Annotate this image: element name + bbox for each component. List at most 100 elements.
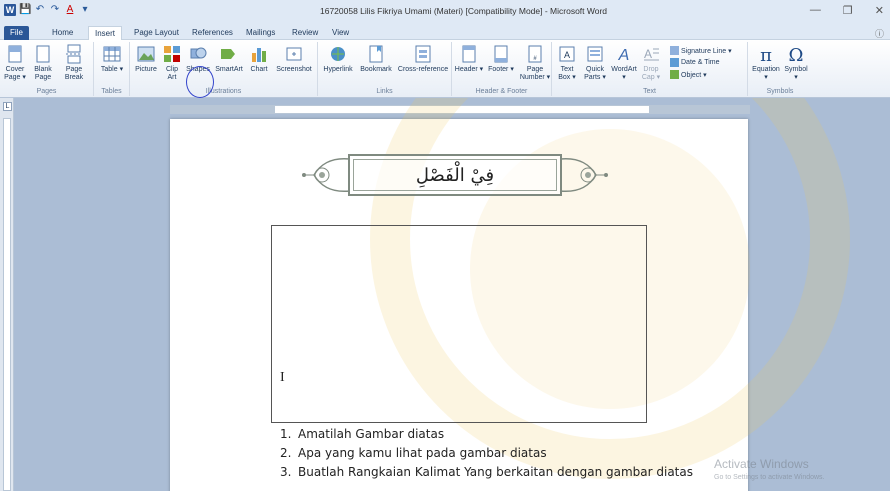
instruction-list: 1. Amatilah Gambar diatas 2. Apa yang kamu… — [280, 425, 693, 482]
header-button[interactable]: Header ▾ — [454, 44, 484, 74]
group-links: Hyperlink Bookmark Cross-reference Links — [318, 42, 452, 96]
vertical-ruler[interactable] — [3, 118, 11, 491]
pi-icon: π — [760, 45, 772, 64]
annotation-circle — [186, 66, 214, 98]
shapes-icon — [190, 47, 207, 59]
heading-arabic: فِيْ الْفَصْلِ — [415, 164, 495, 186]
list-item: 3. Buatlah Rangkaian Kalimat Yang berkait… — [280, 465, 693, 479]
list-item: 2. Apa yang kamu lihat pada gambar diatas — [280, 446, 547, 460]
group-pages: Cover Page ▾ Blank Page Page Break Pages — [0, 42, 94, 96]
drop-cap-button[interactable]: A Drop Cap ▾ — [640, 44, 662, 82]
quick-parts-button[interactable]: Quick Parts ▾ — [582, 44, 608, 82]
tab-references[interactable]: References — [186, 26, 239, 40]
tab-review[interactable]: Review — [286, 26, 324, 40]
text-box-button[interactable]: A Text Box ▾ — [554, 44, 580, 82]
page-number-icon: # — [528, 45, 542, 63]
chart-button[interactable]: Chart — [248, 44, 270, 74]
undo-icon[interactable]: ↶ — [34, 4, 46, 16]
close-icon[interactable]: ✕ — [875, 4, 884, 17]
hyperlink-button[interactable]: Hyperlink — [320, 44, 356, 74]
activate-windows-watermark: Activate Windows — [714, 457, 809, 471]
window-title: 16720058 Lilis Fikriya Umami (Materi) [C… — [320, 6, 608, 16]
customize-qat-icon[interactable]: ▾ — [79, 4, 91, 16]
picture-button[interactable]: Picture — [132, 44, 160, 74]
tab-view[interactable]: View — [326, 26, 355, 40]
footer-button[interactable]: Footer ▾ — [486, 44, 516, 74]
object-button[interactable]: Object ▾ — [670, 70, 707, 79]
smartart-button[interactable]: SmartArt — [214, 44, 244, 74]
tab-home[interactable]: Home — [46, 26, 79, 40]
date-time-button[interactable]: Date & Time — [670, 58, 720, 67]
picture-icon — [137, 46, 155, 62]
date-time-icon — [670, 58, 679, 67]
blank-page-button[interactable]: Blank Page — [30, 44, 56, 82]
ribbon: Cover Page ▾ Blank Page Page Break Pages… — [0, 40, 890, 98]
symbol-button[interactable]: Ω Symbol ▾ — [782, 44, 810, 82]
ornament-right-icon — [559, 157, 608, 193]
cross-reference-button[interactable]: Cross-reference — [396, 44, 450, 74]
minimize-icon[interactable]: — — [810, 4, 821, 17]
ornament-left-icon — [302, 157, 351, 193]
wordart-button[interactable]: A WordArt ▾ — [610, 44, 638, 82]
svg-text:A: A — [618, 47, 630, 64]
equation-button[interactable]: π Equation ▾ — [750, 44, 782, 82]
document-area[interactable]: L فِيْ الْفَصْلِ I 1. Amatilah Gambar di… — [0, 98, 890, 491]
hyperlink-icon — [331, 47, 345, 61]
heading-banner[interactable]: فِيْ الْفَصْلِ — [300, 151, 610, 199]
group-header-footer: Header ▾ Footer ▾ # Page Number ▾ Header… — [452, 42, 552, 96]
table-button[interactable]: Table ▾ — [98, 44, 126, 74]
document-page[interactable]: فِيْ الْفَصْلِ I 1. Amatilah Gambar diata… — [170, 98, 850, 491]
group-text: A Text Box ▾ Quick Parts ▾ A WordArt ▾ A… — [552, 42, 748, 96]
chart-icon — [252, 48, 266, 62]
list-item: 1. Amatilah Gambar diatas — [280, 427, 445, 441]
omega-icon: Ω — [789, 45, 804, 64]
tab-insert[interactable]: Insert — [88, 26, 123, 40]
ribbon-tabs: File Home Insert Page Layout References … — [0, 24, 890, 40]
tab-selector[interactable]: L — [3, 102, 12, 111]
drop-cap-icon: A — [644, 47, 659, 61]
text-box-icon: A — [559, 46, 575, 62]
header-icon — [462, 45, 476, 63]
signature-line-icon — [670, 46, 679, 55]
image-placeholder-box[interactable]: I — [271, 225, 647, 423]
page-number-button[interactable]: # Page Number ▾ — [518, 44, 552, 82]
tab-page-layout[interactable]: Page Layout — [128, 26, 185, 40]
clip-art-icon — [164, 46, 180, 62]
quick-parts-icon — [587, 46, 603, 62]
help-icon[interactable]: ⓘ — [875, 27, 884, 40]
activate-windows-subtext: Go to Settings to activate Windows. — [714, 474, 825, 481]
wordart-icon: A — [618, 47, 630, 64]
smartart-icon — [221, 49, 235, 59]
title-bar: W 💾 ↶ ↷ A ▾ 16720058 Lilis Fikriya Umami… — [0, 0, 890, 24]
svg-text:Ω: Ω — [789, 45, 804, 64]
svg-text:A: A — [644, 47, 652, 61]
svg-text:π: π — [760, 45, 772, 64]
group-tables: Table ▾ Tables — [94, 42, 130, 96]
cover-page-icon — [8, 45, 22, 63]
tab-mailings[interactable]: Mailings — [240, 26, 281, 40]
signature-line-button[interactable]: Signature Line ▾ — [670, 46, 732, 55]
clip-art-button[interactable]: Clip Art — [162, 44, 182, 82]
word-logo-icon[interactable]: W — [4, 4, 16, 16]
horizontal-ruler[interactable] — [170, 105, 750, 114]
screenshot-icon — [286, 47, 302, 61]
text-cursor: I — [280, 370, 285, 385]
tab-file[interactable]: File — [4, 26, 29, 40]
font-color-icon[interactable]: A — [64, 4, 76, 16]
screenshot-button[interactable]: Screenshot — [274, 44, 314, 74]
vertical-ruler-strip: L — [0, 98, 14, 491]
svg-text:A: A — [564, 50, 570, 60]
page-break-button[interactable]: Page Break — [60, 44, 88, 82]
bookmark-icon — [369, 45, 383, 63]
save-icon[interactable]: 💾 — [19, 4, 31, 16]
restore-icon[interactable]: ❐ — [843, 4, 853, 17]
cross-reference-icon — [415, 45, 431, 63]
redo-icon[interactable]: ↷ — [49, 4, 61, 16]
object-icon — [670, 70, 679, 79]
bookmark-button[interactable]: Bookmark — [358, 44, 394, 74]
group-illustrations: Picture Clip Art Shapes SmartArt Chart S… — [130, 42, 318, 96]
cover-page-button[interactable]: Cover Page ▾ — [2, 44, 28, 82]
page-break-icon — [66, 44, 82, 64]
group-symbols: π Equation ▾ Ω Symbol ▾ Symbols — [748, 42, 812, 96]
quick-access-toolbar: W 💾 ↶ ↷ A ▾ — [4, 4, 91, 16]
